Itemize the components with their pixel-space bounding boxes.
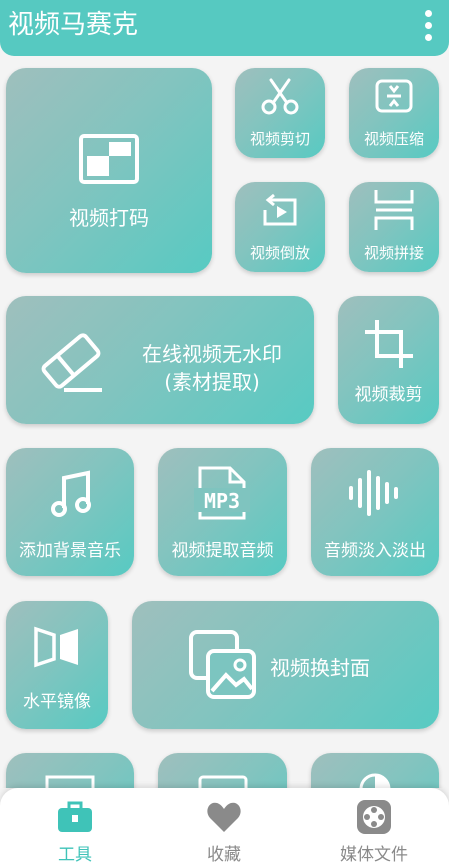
tile-label: 视频拼接 bbox=[363, 244, 424, 262]
reverse-play-icon bbox=[263, 193, 297, 226]
mirror-flip-icon bbox=[34, 626, 78, 668]
mp3-file-icon: MP3 bbox=[194, 466, 250, 520]
sound-wave-icon bbox=[349, 470, 398, 516]
tile-label: 视频裁剪 bbox=[354, 385, 423, 405]
tile-label: 视频倒放 bbox=[249, 244, 310, 262]
tile-video-compress[interactable]: 视频压缩 bbox=[349, 68, 439, 158]
tile-label: 视频压缩 bbox=[363, 130, 424, 148]
app-title: 视频马赛克 bbox=[8, 10, 139, 40]
mosaic-icon bbox=[79, 134, 139, 184]
tile-audio-fade[interactable]: 音频淡入淡出 bbox=[311, 448, 439, 576]
tile-label: 视频提取音频 bbox=[171, 541, 274, 561]
bottom-navigation: 工具 收藏 媒体文件 bbox=[0, 788, 449, 867]
nav-media-label: 媒体文件 bbox=[340, 845, 408, 865]
image-icon bbox=[189, 630, 256, 699]
tile-add-music[interactable]: 添加背景音乐 bbox=[6, 448, 134, 576]
nav-tools[interactable]: 工具 bbox=[0, 788, 150, 867]
tile-label: 视频换封面 bbox=[270, 656, 370, 680]
eraser-icon bbox=[41, 333, 102, 392]
nav-favorites-label: 收藏 bbox=[207, 845, 241, 865]
tile-label: 视频剪切 bbox=[249, 130, 310, 148]
tile-video-mosaic[interactable]: 视频打码 bbox=[6, 68, 212, 273]
tile-partial-1[interactable] bbox=[6, 753, 134, 788]
tile-label: 视频打码 bbox=[69, 206, 149, 230]
tile-watermark-free[interactable]: 在线视频无水印 (素材提取) bbox=[6, 296, 314, 424]
tile-label: 音频淡入淡出 bbox=[324, 541, 426, 561]
tile-label-line2: (素材提取) bbox=[164, 370, 260, 394]
tile-partial-3[interactable] bbox=[311, 753, 439, 788]
heart-icon bbox=[207, 802, 241, 832]
scissors-icon bbox=[261, 78, 299, 115]
tile-extract-audio[interactable]: MP3 视频提取音频 bbox=[158, 448, 287, 576]
nav-tools-label: 工具 bbox=[58, 845, 92, 865]
nav-media[interactable]: 媒体文件 bbox=[299, 788, 449, 867]
screen-icon bbox=[45, 775, 95, 788]
frame-icon bbox=[198, 775, 248, 788]
tile-change-cover[interactable]: 视频换封面 bbox=[132, 601, 439, 729]
splice-icon bbox=[374, 190, 414, 230]
toolbox-icon bbox=[58, 801, 92, 832]
film-reel-icon bbox=[357, 800, 391, 834]
tile-partial-2[interactable] bbox=[158, 753, 287, 788]
tile-video-crop[interactable]: 视频裁剪 bbox=[338, 296, 439, 424]
tile-label: 水平镜像 bbox=[23, 692, 91, 712]
tile-video-cut[interactable]: 视频剪切 bbox=[235, 68, 325, 158]
tile-label-line1: 在线视频无水印 bbox=[142, 342, 282, 366]
tile-mirror[interactable]: 水平镜像 bbox=[6, 601, 108, 729]
nav-favorites[interactable]: 收藏 bbox=[149, 788, 299, 867]
crop-icon bbox=[365, 320, 413, 368]
tile-video-reverse[interactable]: 视频倒放 bbox=[235, 182, 325, 272]
speed-icon bbox=[359, 773, 391, 788]
mp3-text: MP3 bbox=[204, 489, 240, 513]
app-bar: 视频马赛克 bbox=[0, 0, 449, 56]
music-note-icon bbox=[51, 470, 91, 517]
tile-label: 添加背景音乐 bbox=[19, 541, 121, 561]
compress-icon bbox=[375, 79, 413, 113]
tile-video-splice[interactable]: 视频拼接 bbox=[349, 182, 439, 272]
tool-grid: 视频打码 视频剪切 视频压缩 视频倒放 视频拼接 在线视频无水印 (素材提取) … bbox=[0, 56, 449, 788]
more-options-icon[interactable] bbox=[417, 4, 441, 48]
